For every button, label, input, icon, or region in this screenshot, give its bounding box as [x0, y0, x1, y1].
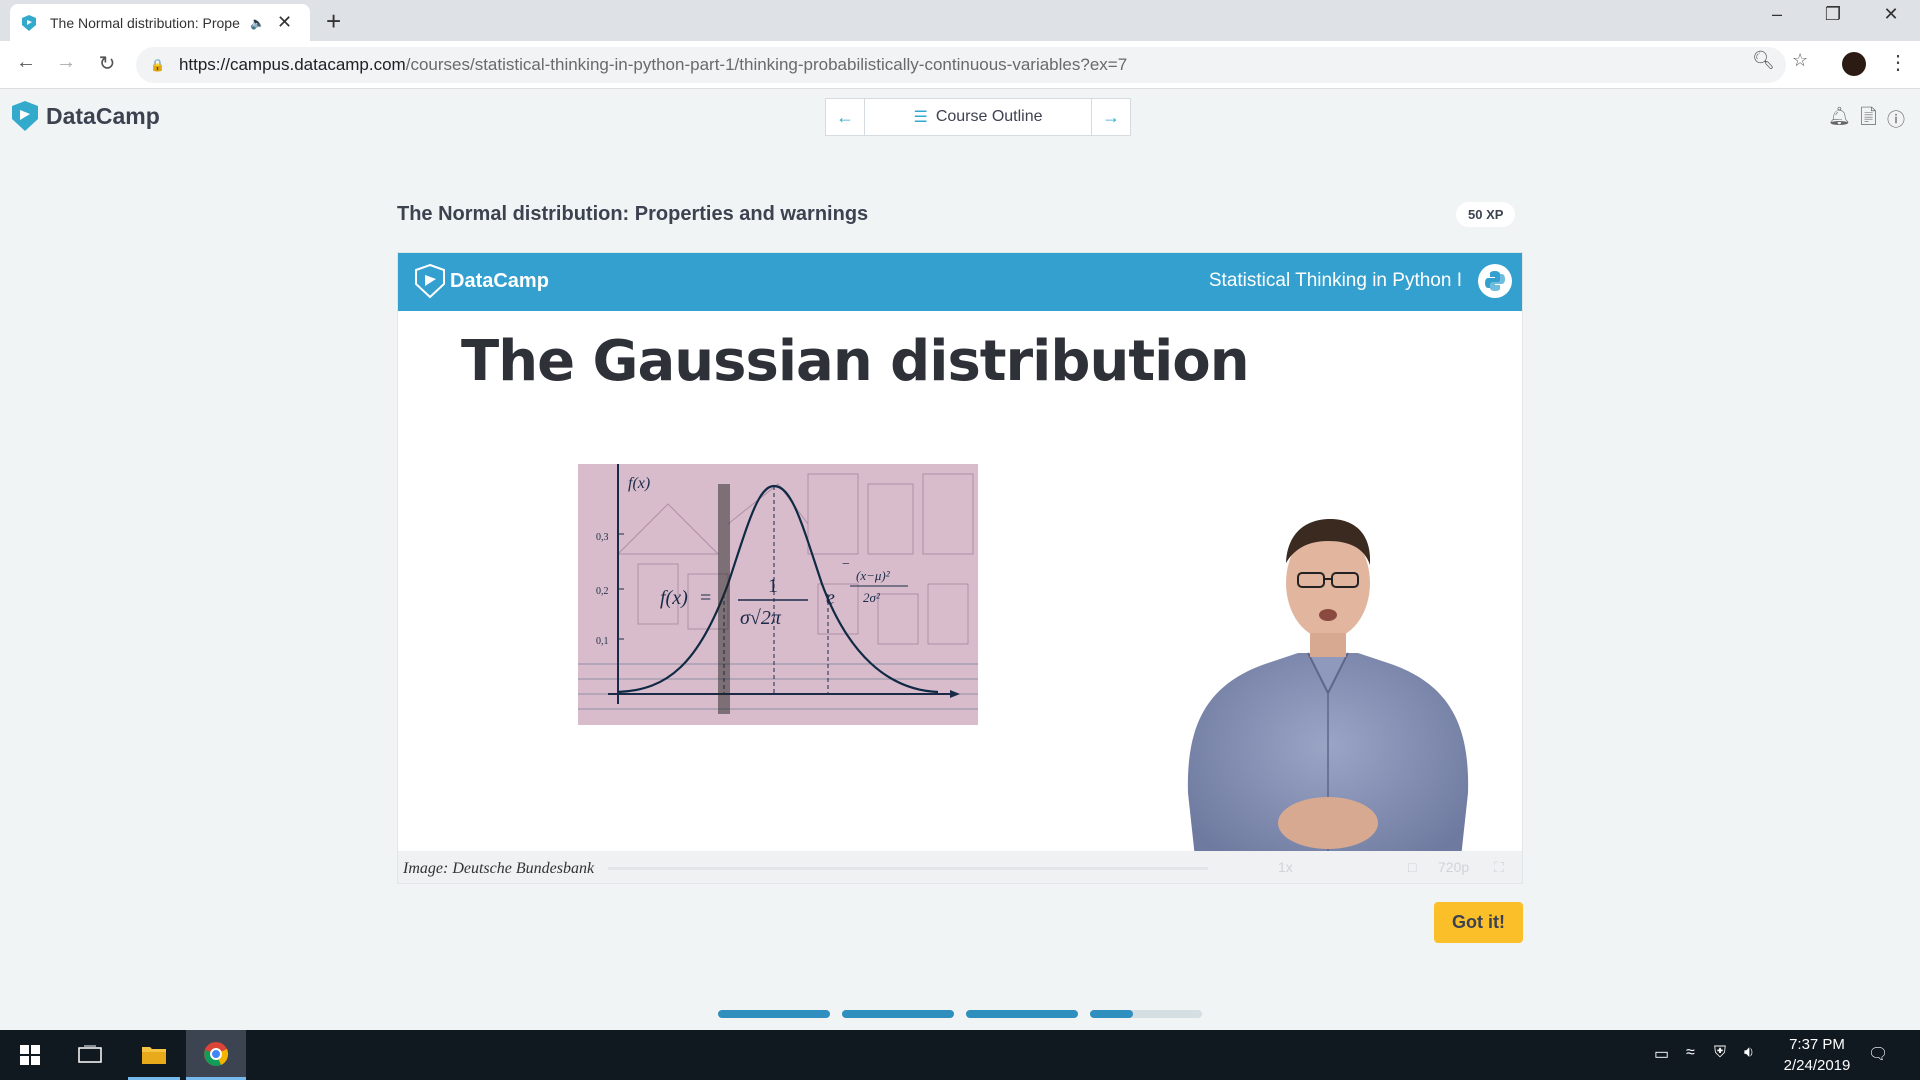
svg-text:−: −: [842, 557, 850, 572]
video-controls: Image: Deutsche Bundesbank 1x □ 720p ⛶: [398, 851, 1522, 883]
svg-text:e: e: [826, 587, 835, 609]
logo-text: DataCamp: [46, 102, 160, 129]
file-explorer-icon[interactable]: [128, 1030, 180, 1080]
datacamp-logo[interactable]: DataCamp: [12, 101, 160, 131]
profile-avatar[interactable]: [1842, 52, 1866, 76]
slide-shield-icon: [415, 263, 445, 299]
zoom-icon[interactable]: 🔍︎: [1752, 50, 1775, 71]
windows-taskbar: ▭ ≈ ⛨ 🔉︎ 7:37 PM 2/24/2019 🗨︎: [0, 1030, 1920, 1080]
slide-datacamp-logo: DataCamp: [414, 263, 549, 299]
security-shield-icon[interactable]: ⛨: [1714, 1044, 1726, 1062]
task-view-icon[interactable]: [70, 1030, 110, 1080]
progress-segment-fill: [718, 1010, 830, 1018]
video-seek-bar[interactable]: [608, 867, 1208, 870]
image-credit: Image: Deutsche Bundesbank: [403, 860, 595, 877]
lock-icon: 🔒: [150, 58, 165, 72]
next-exercise-button[interactable]: →: [1092, 99, 1130, 135]
battery-icon[interactable]: ▭: [1654, 1044, 1669, 1064]
slide-header-bar: DataCamp Statistical Thinking in Python …: [398, 253, 1522, 311]
tab-title: The Normal distribution: Properties and …: [50, 14, 240, 31]
python-logo-icon: [1478, 264, 1512, 298]
browser-tab[interactable]: The Normal distribution: Properties and …: [10, 4, 310, 41]
svg-text:f(x): f(x): [628, 475, 650, 492]
pdf-slides-icon[interactable]: 📄︎: [1857, 106, 1880, 127]
quality-button[interactable]: 720p: [1438, 859, 1469, 875]
volume-icon[interactable]: 🔉︎: [1744, 1044, 1754, 1062]
new-tab-icon[interactable]: +: [326, 6, 341, 37]
restore-icon[interactable]: ❐: [1810, 4, 1856, 25]
slide-course-name: Statistical Thinking in Python I: [1208, 270, 1462, 291]
presenter-video: [1158, 493, 1498, 883]
course-outline-label: Course Outline: [935, 108, 1043, 125]
svg-text:σ√2π: σ√2π: [740, 607, 782, 629]
slide-brand: DataCamp: [450, 269, 549, 292]
browser-toolbar: ← → ↻ 🔒 https://campus.datacamp.com/cour…: [0, 41, 1920, 89]
course-outline-button[interactable]: ☰ Course Outline: [864, 99, 1092, 135]
svg-text:=: =: [700, 587, 711, 609]
slide-title: The Gaussian distribution: [461, 329, 1250, 394]
got-it-button[interactable]: Got it!: [1434, 902, 1523, 943]
minimize-icon[interactable]: –: [1754, 4, 1800, 25]
clock-date: 2/24/2019: [1783, 1057, 1851, 1074]
tab-audio-icon[interactable]: 🔈: [250, 16, 265, 30]
svg-text:1: 1: [768, 575, 778, 597]
captions-icon[interactable]: □: [1408, 859, 1416, 875]
svg-text:0,3: 0,3: [596, 532, 609, 543]
datacamp-shield-icon: [12, 101, 38, 131]
action-center-icon[interactable]: 🗨︎: [1868, 1044, 1888, 1064]
datacamp-favicon-icon: [22, 14, 36, 31]
system-clock[interactable]: 7:37 PM 2/24/2019: [1772, 1034, 1862, 1076]
browser-tab-bar: The Normal distribution: Properties and …: [0, 0, 1920, 41]
chrome-taskbar-icon[interactable]: [186, 1030, 246, 1080]
progress-segment-fill: [1090, 1010, 1133, 1018]
hamburger-icon: ☰: [913, 109, 928, 126]
windows-start-icon[interactable]: [10, 1030, 50, 1080]
browser-menu-icon[interactable]: ⋮: [1888, 50, 1908, 75]
progress-segment-fill: [842, 1010, 954, 1018]
url-host: https://campus.datacamp.com: [178, 55, 406, 74]
svg-text:f(x): f(x): [660, 587, 688, 609]
course-outline-nav: ← ☰ Course Outline →: [825, 98, 1131, 136]
video-player[interactable]: DataCamp Statistical Thinking in Python …: [397, 252, 1523, 884]
url-path: /courses/statistical-thinking-in-python-…: [405, 55, 1128, 74]
progress-segment: [842, 1010, 954, 1018]
progress-segment-fill: [966, 1010, 1078, 1018]
progress-segment: [966, 1010, 1078, 1018]
exercise-title: The Normal distribution: Properties and …: [397, 203, 869, 225]
svg-text:0,1: 0,1: [596, 636, 609, 647]
svg-text:(x−μ)²: (x−μ)²: [856, 568, 891, 583]
progress-segment: [1090, 1010, 1202, 1018]
progress-segment: [718, 1010, 830, 1018]
notification-bell-icon[interactable]: 🔔︎: [1828, 106, 1851, 127]
speed-button[interactable]: 1x: [1278, 859, 1293, 875]
address-bar[interactable]: 🔒 https://campus.datacamp.com/courses/st…: [136, 47, 1786, 83]
bookmark-star-icon[interactable]: ☆: [1792, 50, 1808, 71]
back-icon[interactable]: ←: [12, 51, 40, 74]
tab-close-icon[interactable]: ✕: [277, 12, 292, 33]
fullscreen-icon[interactable]: ⛶: [1494, 859, 1504, 876]
forward-icon[interactable]: →: [52, 51, 80, 74]
previous-exercise-button[interactable]: ←: [826, 99, 864, 135]
clock-time: 7:37 PM: [1789, 1036, 1845, 1053]
svg-text:0,2: 0,2: [596, 586, 609, 597]
reload-icon[interactable]: ↻: [93, 51, 121, 76]
banknote-gaussian-image: f(x) 0,3 0,2 0,1 f(x) = 1 σ√2π e (x−μ)² …: [578, 464, 978, 725]
xp-badge: 50 XP: [1456, 202, 1516, 227]
wifi-icon[interactable]: ≈: [1686, 1044, 1695, 1062]
svg-text:2σ²: 2σ²: [863, 590, 881, 605]
window-close-icon[interactable]: ✕: [1868, 4, 1914, 25]
report-issue-icon[interactable]: ⓘ: [1887, 106, 1905, 132]
